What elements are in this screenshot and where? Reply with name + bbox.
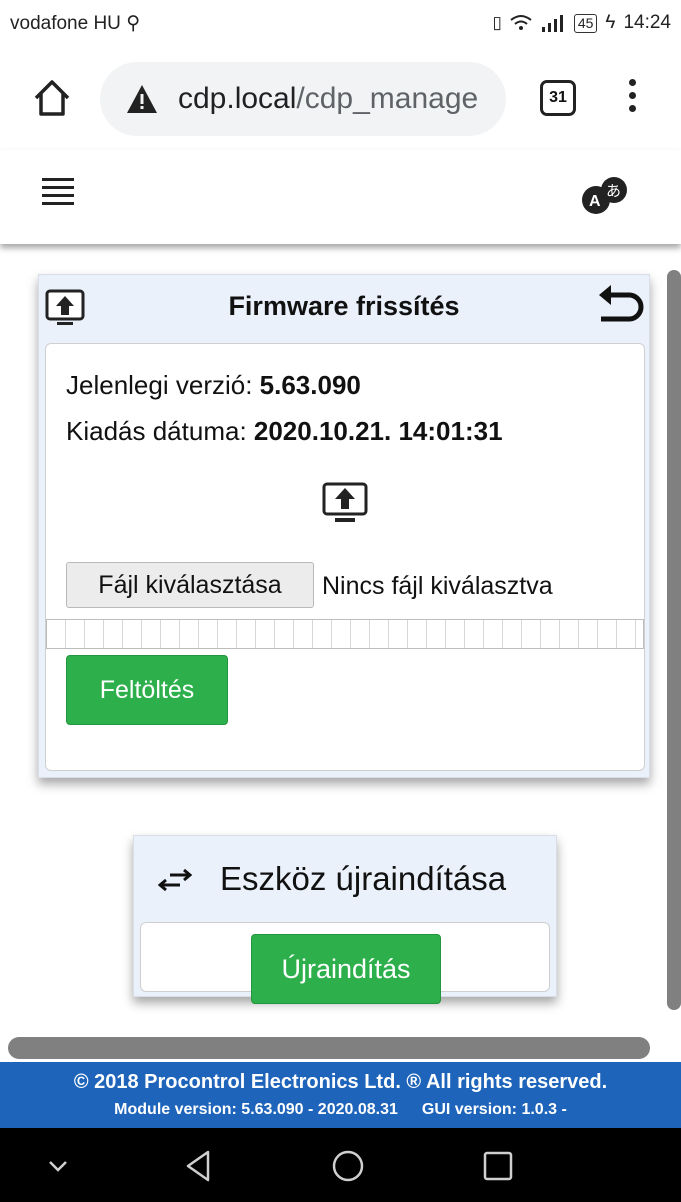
- language-button[interactable]: A あ: [574, 174, 634, 218]
- svg-text:A: A: [589, 193, 601, 210]
- upload-button[interactable]: Feltöltés: [66, 655, 228, 725]
- choose-file-button[interactable]: Fájl kiválasztása: [66, 562, 314, 608]
- status-bar: vodafone HU ⚲ ▯ 45 ϟ 14:24: [0, 0, 681, 46]
- charging-icon: ϟ: [605, 12, 616, 33]
- address-bar[interactable]: cdp.local/cdp_manage: [100, 62, 506, 136]
- chevron-down-icon[interactable]: [38, 1148, 78, 1184]
- page-footer: © 2018 Procontrol Electronics Ltd. ® All…: [0, 1062, 681, 1128]
- release-date-value: 2020.10.21. 14:01:31: [253, 416, 503, 446]
- warning-icon[interactable]: [126, 84, 158, 114]
- home-circle-icon[interactable]: [328, 1148, 368, 1184]
- firmware-update-card: Firmware frissítés Jelenlegi verzió: 5.6…: [38, 274, 650, 778]
- firmware-card-title: Firmware frissítés: [228, 291, 460, 321]
- url-host: cdp.local: [178, 82, 297, 115]
- current-version-row: Jelenlegi verzió: 5.63.090: [66, 370, 361, 401]
- clock: 14:24: [623, 12, 671, 33]
- restart-button[interactable]: Újraindítás: [251, 934, 441, 1004]
- upload-progress-bar: [46, 619, 644, 649]
- restart-device-card: Eszköz újraindítása Újraindítás: [133, 835, 557, 1004]
- recents-square-icon[interactable]: [478, 1148, 518, 1184]
- firmware-upload-icon: [322, 482, 368, 522]
- carrier-name: vodafone HU ⚲: [10, 12, 140, 35]
- firmware-card-body: Jelenlegi verzió: 5.63.090 Kiadás dátuma…: [45, 343, 645, 771]
- wifi-icon: [510, 15, 532, 30]
- vertical-scrollbar[interactable]: [667, 270, 681, 1010]
- dot-icon: [628, 105, 636, 112]
- current-version-value: 5.63.090: [259, 370, 361, 400]
- vibrate-icon: ▯: [492, 13, 502, 32]
- release-date-row: Kiadás dátuma: 2020.10.21. 14:01:31: [66, 416, 503, 447]
- module-version: Module version: 5.63.090 - 2020.08.31: [114, 1101, 398, 1118]
- back-arrow-icon: [599, 285, 644, 322]
- horizontal-scrollbar[interactable]: [8, 1037, 650, 1059]
- usb-icon: ⚲: [126, 13, 141, 34]
- no-file-selected-label: Nincs fájl kiválasztva: [322, 572, 553, 600]
- url-text[interactable]: cdp.local/cdp_manage: [178, 82, 478, 116]
- hamburger-menu-button[interactable]: [42, 178, 74, 210]
- home-button[interactable]: [30, 76, 74, 120]
- browser-toolbar: cdp.local/cdp_manage 31: [0, 46, 681, 150]
- svg-text:あ: あ: [606, 182, 621, 200]
- carrier-label: vodafone HU: [10, 13, 121, 34]
- restart-card-body: Újraindítás: [140, 922, 550, 1004]
- translate-icon: A あ: [582, 177, 627, 214]
- current-version-label: Jelenlegi verzió:: [66, 370, 260, 400]
- dot-icon: [628, 79, 636, 86]
- dot-icon: [628, 92, 636, 99]
- gui-version: GUI version: 1.0.3 -: [421, 1101, 567, 1118]
- android-navigation-bar: [0, 1128, 681, 1202]
- home-icon: [34, 80, 70, 116]
- back-triangle-icon[interactable]: [180, 1148, 220, 1184]
- status-icons: ▯ 45 ϟ 14:24: [492, 12, 671, 34]
- restart-card-title: Eszköz újraindítása: [220, 860, 507, 897]
- version-info: Module version: 5.63.090 - 2020.08.31 GUI…: [0, 1101, 681, 1119]
- hamburger-icon: [42, 178, 74, 205]
- copyright-text: © 2018 Procontrol Electronics Ltd. ® All…: [73, 1071, 608, 1093]
- browser-menu-button[interactable]: [622, 76, 642, 120]
- app-header: A あ: [0, 150, 681, 244]
- back-button[interactable]: [595, 283, 647, 331]
- swap-arrows-icon: [158, 868, 192, 892]
- tab-switcher-button[interactable]: 31: [540, 80, 576, 116]
- battery-level: 45: [573, 13, 598, 33]
- release-date-label: Kiadás dátuma:: [66, 416, 254, 446]
- signal-icon: [541, 15, 563, 32]
- url-path: /cdp_manage: [296, 82, 479, 115]
